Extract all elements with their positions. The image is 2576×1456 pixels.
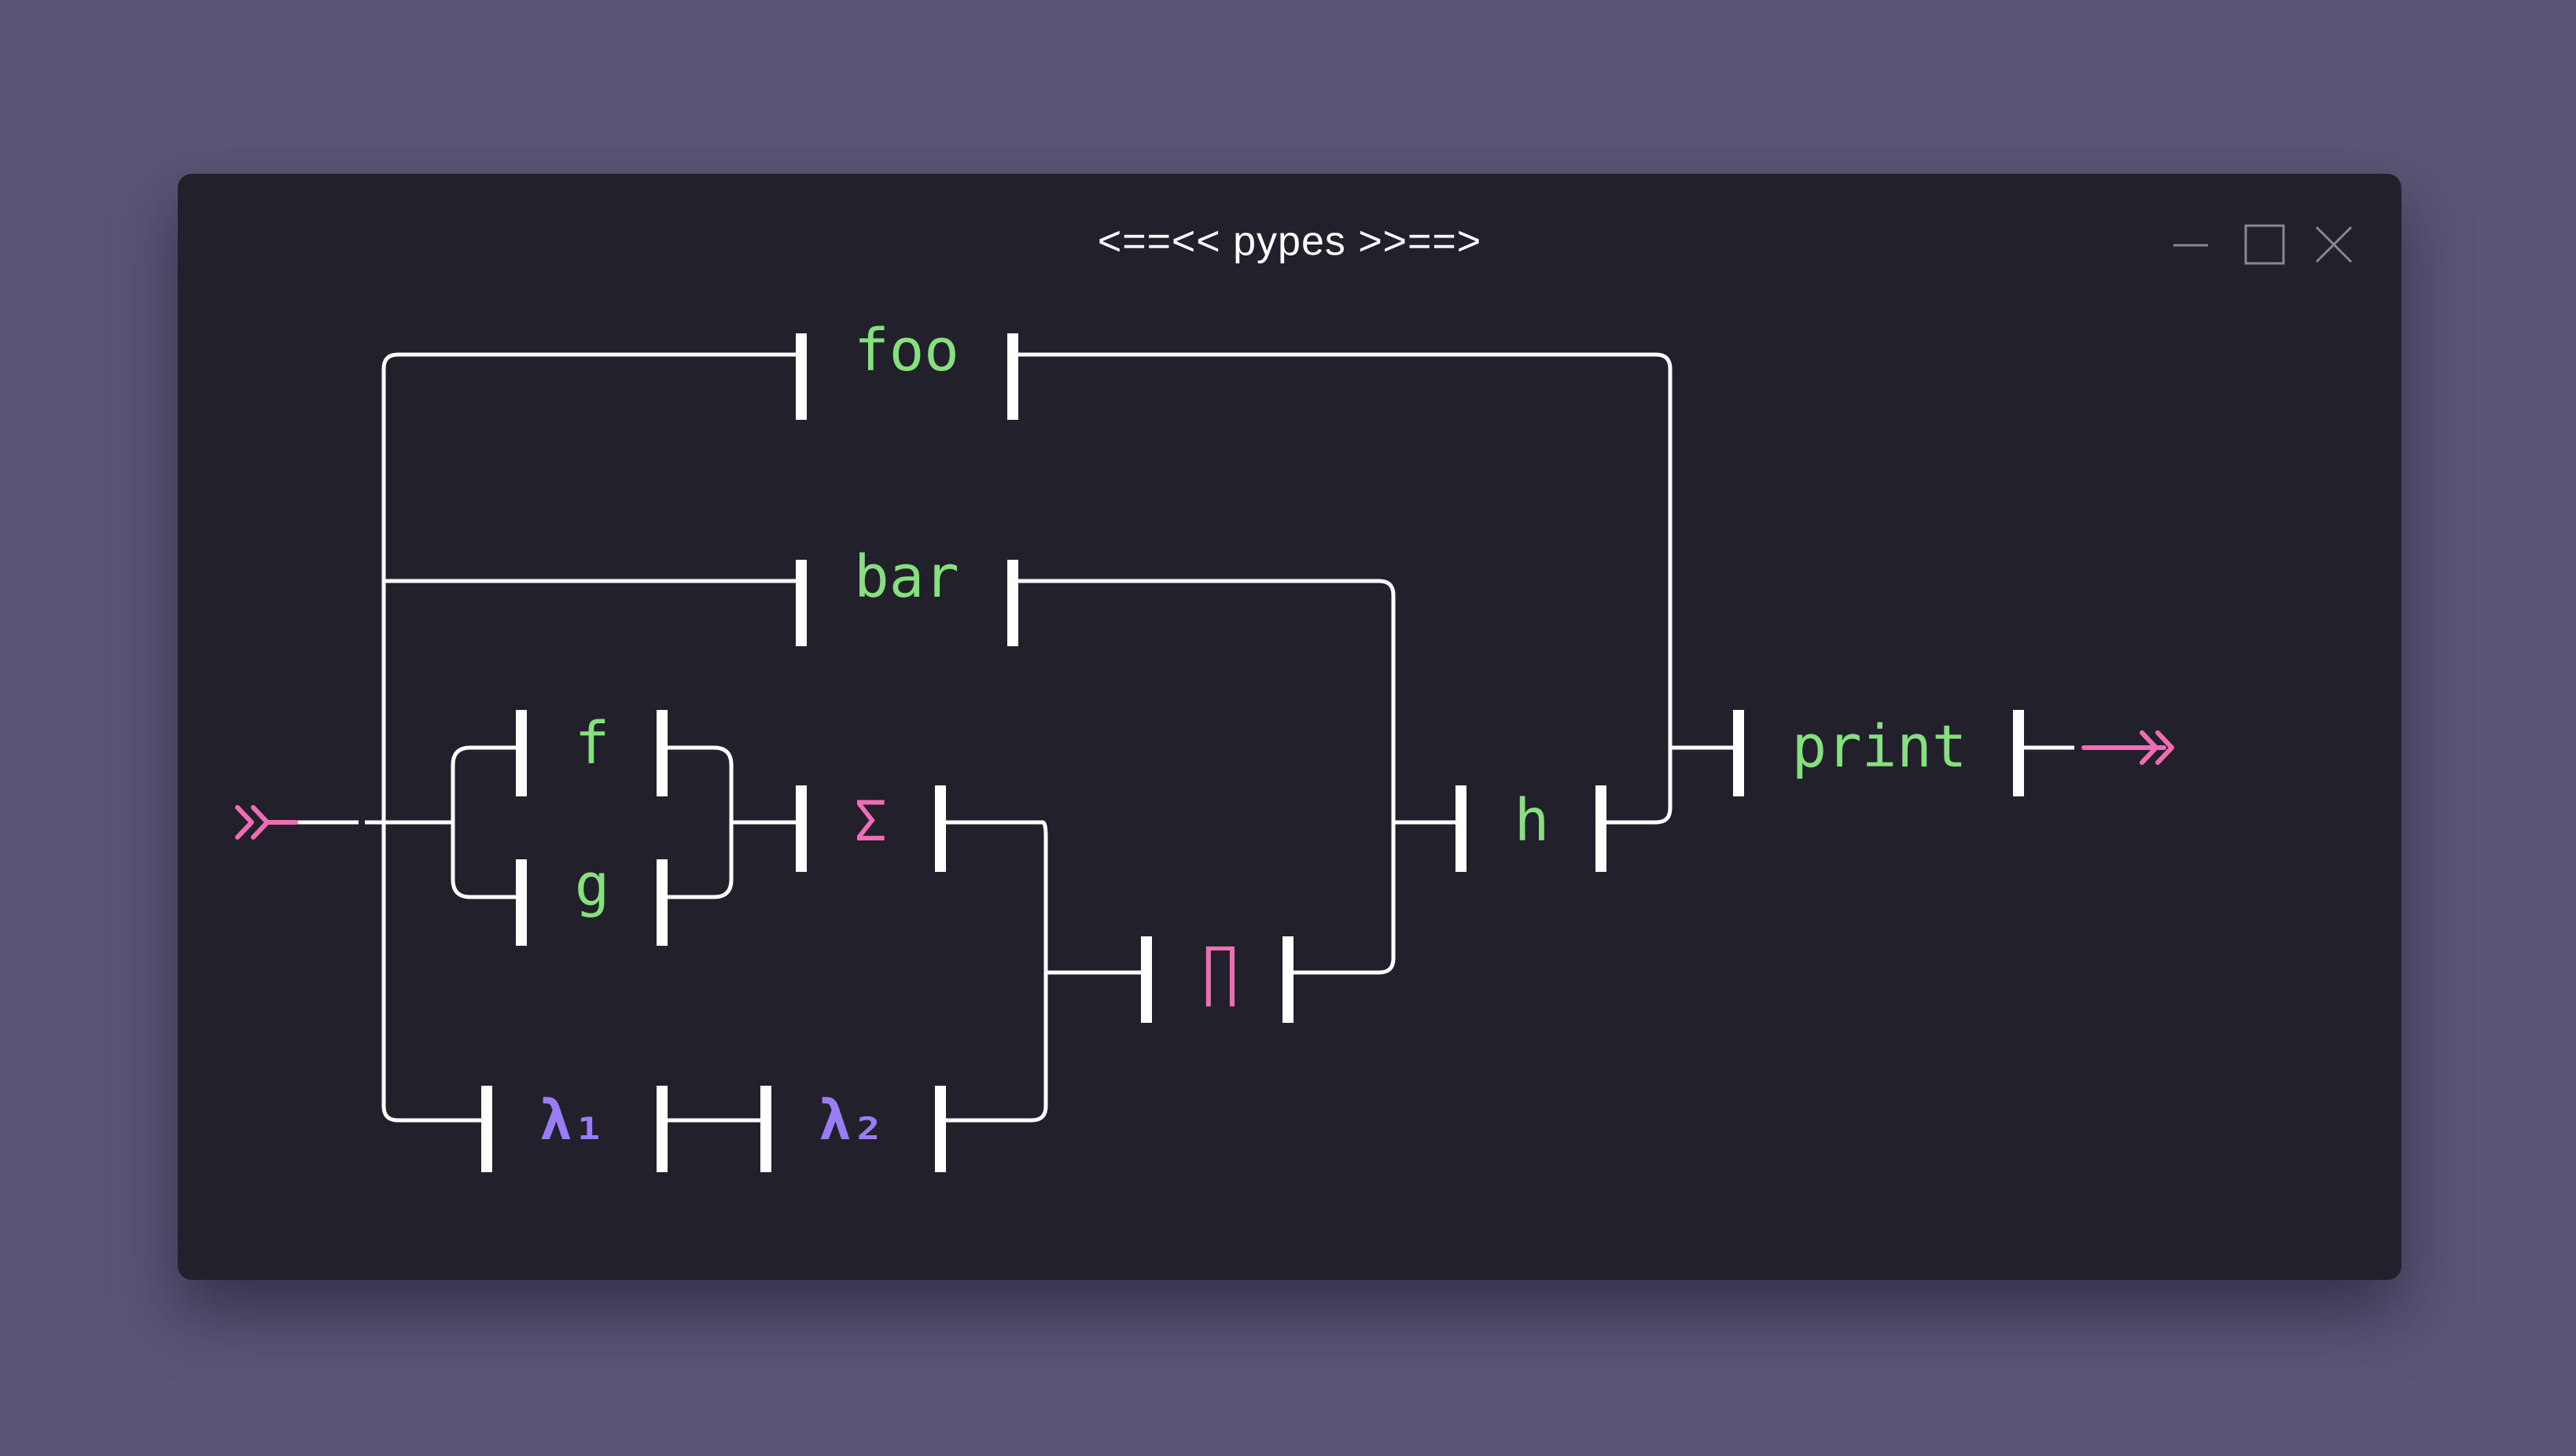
app-window: <==<< pypes >>==> foo bar f g Σ ∏ λ₁ λ₂ … (178, 174, 2401, 1280)
node-prod-label: ∏ (1202, 935, 1239, 1008)
node-h-label: h (1514, 787, 1550, 855)
node-g-label: g (575, 851, 610, 919)
node-lambda2-label: λ₂ (819, 1088, 885, 1153)
input-arrow-icon (235, 805, 298, 840)
node-sum-label: Σ (854, 789, 887, 854)
node-bar-label: bar (854, 543, 959, 611)
node-f-label: f (575, 710, 610, 778)
node-lambda1-label: λ₁ (539, 1088, 605, 1153)
output-arrow-icon (2081, 730, 2174, 765)
pipeline-diagram: foo bar f g Σ ∏ λ₁ λ₂ h print (235, 317, 2174, 1172)
node-print-label: print (1792, 713, 1967, 781)
node-foo-label: foo (854, 317, 959, 384)
